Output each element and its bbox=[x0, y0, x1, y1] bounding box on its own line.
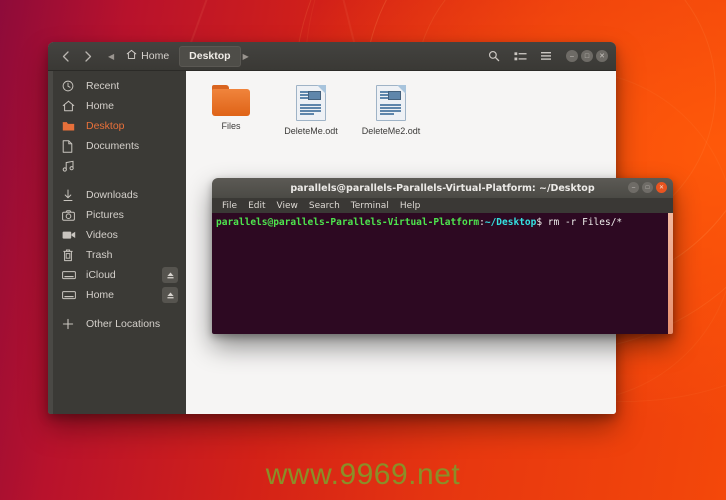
trash-icon bbox=[62, 249, 78, 262]
icon-grid: Files DeleteMe.odt DeleteMe2.odt bbox=[186, 71, 616, 137]
sidebar-item-label: Recent bbox=[86, 80, 120, 92]
sidebar-item-home-drive[interactable]: Home bbox=[48, 285, 186, 305]
terminal-window-controls: – □ ✕ bbox=[628, 182, 667, 193]
file-manager-toolbar: – □ ✕ bbox=[482, 46, 610, 67]
sidebar-item-home[interactable]: Home bbox=[48, 96, 186, 116]
menu-item-search[interactable]: Search bbox=[309, 201, 340, 211]
music-note-icon bbox=[62, 160, 78, 172]
folder-icon bbox=[62, 120, 78, 132]
eject-button[interactable] bbox=[162, 267, 178, 283]
plus-icon bbox=[62, 318, 78, 330]
file-item-document[interactable]: DeleteMe2.odt bbox=[360, 85, 422, 137]
sidebar-item-label: Documents bbox=[86, 140, 140, 152]
folder-icon bbox=[212, 85, 250, 116]
sidebar: Recent Home Desktop Documents Downloads … bbox=[48, 71, 186, 414]
download-arrow-icon bbox=[62, 189, 78, 202]
breadcrumb-scroll-left-icon[interactable]: ◀ bbox=[106, 52, 116, 61]
sidebar-item-icloud[interactable]: iCloud bbox=[48, 265, 186, 285]
sidebar-item-label: Other Locations bbox=[86, 318, 161, 330]
home-icon bbox=[62, 100, 78, 112]
terminal-menu-bar: File Edit View Search Terminal Help bbox=[212, 199, 673, 213]
file-name-label: Files bbox=[221, 121, 241, 131]
forward-button[interactable] bbox=[77, 46, 100, 66]
sidebar-item-videos[interactable]: Videos bbox=[48, 225, 186, 245]
sidebar-item-label: Desktop bbox=[86, 120, 125, 132]
menu-item-view[interactable]: View bbox=[277, 201, 298, 211]
hamburger-menu-icon[interactable] bbox=[534, 46, 558, 67]
maximize-button[interactable]: □ bbox=[581, 50, 593, 62]
search-icon[interactable] bbox=[482, 46, 506, 67]
home-icon bbox=[126, 49, 137, 63]
file-item-folder[interactable]: Files bbox=[200, 85, 262, 137]
sidebar-item-label: Trash bbox=[86, 249, 113, 261]
sidebar-item-other-locations[interactable]: Other Locations bbox=[48, 314, 186, 334]
sidebar-item-label: Home bbox=[86, 100, 115, 112]
sidebar-item-trash[interactable]: Trash bbox=[48, 245, 186, 265]
drive-icon bbox=[62, 270, 78, 280]
clock-icon bbox=[62, 80, 78, 92]
list-view-icon[interactable] bbox=[508, 46, 532, 67]
breadcrumb-item-desktop[interactable]: Desktop bbox=[179, 45, 241, 67]
watermark: www.9969.net bbox=[265, 458, 461, 491]
breadcrumb: ◀ Home Desktop ▶ bbox=[106, 45, 251, 67]
breadcrumb-label: Desktop bbox=[189, 50, 231, 62]
menu-item-file[interactable]: File bbox=[222, 201, 237, 211]
sidebar-item-label: iCloud bbox=[86, 269, 116, 281]
file-name-label: DeleteMe.odt bbox=[284, 126, 338, 136]
breadcrumb-scroll-right-icon[interactable]: ▶ bbox=[241, 52, 251, 61]
file-manager-header-bar: ◀ Home Desktop ▶ – □ ✕ bbox=[48, 42, 616, 71]
sidebar-item-label: Videos bbox=[86, 229, 118, 241]
video-camera-icon bbox=[62, 230, 78, 240]
terminal-scrollbar[interactable] bbox=[668, 213, 673, 334]
file-item-document[interactable]: DeleteMe.odt bbox=[280, 85, 342, 137]
sidebar-item-pictures[interactable]: Pictures bbox=[48, 205, 186, 225]
document-icon bbox=[376, 85, 406, 121]
sidebar-item-documents[interactable]: Documents bbox=[48, 136, 186, 156]
breadcrumb-label: Home bbox=[141, 50, 170, 62]
menu-item-help[interactable]: Help bbox=[400, 201, 421, 211]
menu-item-edit[interactable]: Edit bbox=[248, 201, 265, 211]
window-controls: – □ ✕ bbox=[566, 50, 608, 62]
document-icon bbox=[62, 139, 78, 153]
terminal-window[interactable]: parallels@parallels-Parallels-Virtual-Pl… bbox=[212, 178, 673, 334]
breadcrumb-item-home[interactable]: Home bbox=[116, 46, 179, 67]
sidebar-item-recent[interactable]: Recent bbox=[48, 76, 186, 96]
minimize-button[interactable]: – bbox=[566, 50, 578, 62]
terminal-title-bar[interactable]: parallels@parallels-Parallels-Virtual-Pl… bbox=[212, 178, 673, 199]
terminal-title: parallels@parallels-Parallels-Virtual-Pl… bbox=[290, 182, 595, 194]
file-name-label: DeleteMe2.odt bbox=[361, 126, 421, 136]
terminal-path: ~/Desktop bbox=[484, 217, 537, 228]
sidebar-item-desktop[interactable]: Desktop bbox=[48, 116, 186, 136]
maximize-button[interactable]: □ bbox=[642, 182, 653, 193]
sidebar-item-label: Downloads bbox=[86, 189, 138, 201]
terminal-user-host: parallels@parallels-Parallels-Virtual-Pl… bbox=[216, 217, 480, 228]
drive-icon bbox=[62, 290, 78, 300]
minimize-button[interactable]: – bbox=[628, 182, 639, 193]
terminal-output-area[interactable]: parallels@parallels-Parallels-Virtual-Pl… bbox=[212, 213, 673, 334]
eject-button[interactable] bbox=[162, 287, 178, 303]
sidebar-item-label: Home bbox=[86, 289, 115, 301]
sidebar-item-label: Pictures bbox=[86, 209, 124, 221]
document-icon bbox=[296, 85, 326, 121]
terminal-command: rm -r Files/* bbox=[542, 217, 623, 228]
camera-icon bbox=[62, 209, 78, 221]
sidebar-item-music[interactable]: Music bbox=[48, 156, 186, 176]
menu-item-terminal[interactable]: Terminal bbox=[351, 201, 389, 211]
back-button[interactable] bbox=[54, 46, 77, 66]
close-button[interactable]: ✕ bbox=[596, 50, 608, 62]
sidebar-item-downloads[interactable]: Downloads bbox=[48, 185, 186, 205]
close-button[interactable]: ✕ bbox=[656, 182, 667, 193]
terminal-prompt-line: parallels@parallels-Parallels-Virtual-Pl… bbox=[214, 216, 673, 229]
